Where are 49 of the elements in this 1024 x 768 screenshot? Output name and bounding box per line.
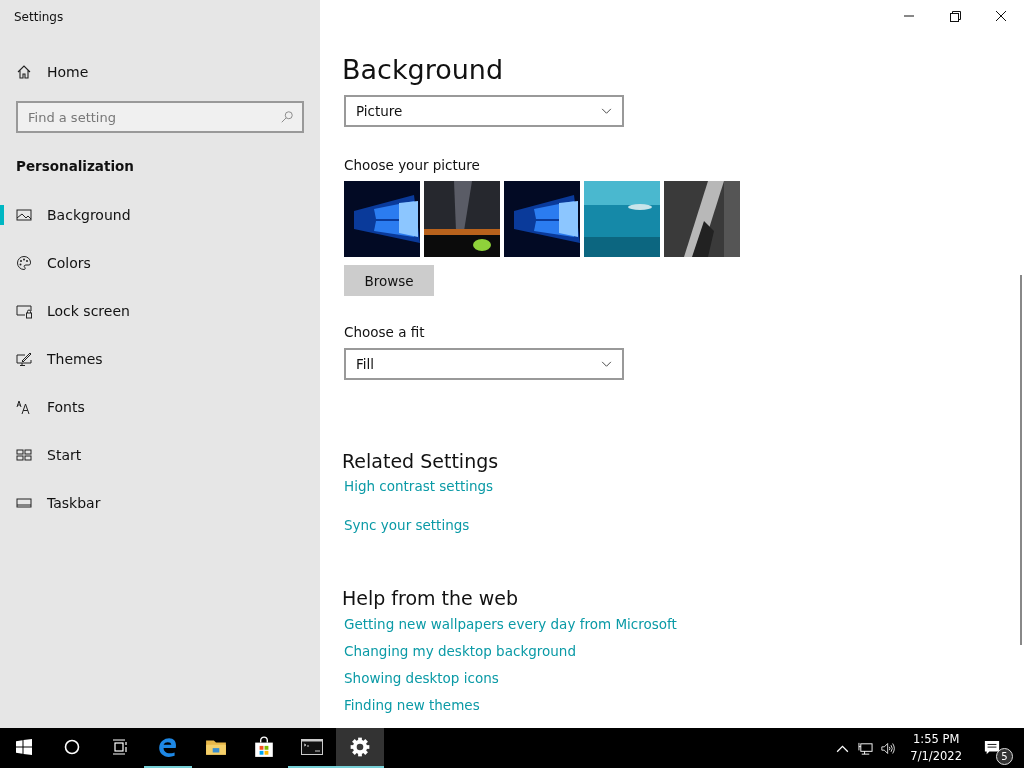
tiles-icon xyxy=(16,447,32,463)
task-view-icon xyxy=(112,739,128,755)
nav-item[interactable]: Themes xyxy=(0,335,320,383)
field-label: Choose a fit xyxy=(344,324,425,340)
scrollbar[interactable] xyxy=(1020,275,1022,645)
nav-item[interactable]: Start xyxy=(0,431,320,479)
link[interactable]: Showing desktop icons xyxy=(344,670,499,691)
circle-icon xyxy=(64,739,80,755)
taskbar-icon xyxy=(16,495,32,511)
chevron-icon xyxy=(601,107,612,115)
section-heading: Related Settings xyxy=(342,450,499,472)
notification-badge: 5 xyxy=(996,748,1013,765)
themes-icon xyxy=(16,351,32,367)
section-heading: Personalization xyxy=(15,157,134,176)
lock-screen-icon xyxy=(16,303,32,319)
fit-dropdown[interactable]: Fill xyxy=(344,348,624,380)
search-icon xyxy=(280,110,294,124)
window-title: Settings xyxy=(13,9,64,26)
background-dropdown[interactable]: Picture xyxy=(344,95,624,127)
windows-icon xyxy=(16,739,32,755)
settings-icon xyxy=(349,736,371,758)
date-text: 7/1/2022 xyxy=(910,748,962,765)
clock[interactable]: 1:55 PM 7/1/2022 xyxy=(904,731,974,765)
page-title: Background xyxy=(342,54,504,85)
fonts-icon xyxy=(16,399,32,415)
image-icon xyxy=(16,207,32,223)
notification-icon[interactable] xyxy=(984,740,1000,756)
browser-icon xyxy=(157,736,179,758)
search-field[interactable]: Find a setting xyxy=(16,101,304,133)
store-icon xyxy=(253,736,275,758)
terminal-icon xyxy=(301,736,323,758)
palette-icon xyxy=(16,255,32,271)
link[interactable]: Sync your settings xyxy=(344,517,470,537)
field-label: Choose your picture xyxy=(344,157,480,173)
time-text: 1:55 PM xyxy=(913,731,960,748)
home-link[interactable]: Home xyxy=(0,48,320,96)
nav-item[interactable]: Colors xyxy=(0,239,320,287)
nav-item[interactable]: Taskbar xyxy=(0,479,320,527)
nav-item[interactable]: Lock screen xyxy=(0,287,320,335)
nav-item[interactable]: Fonts xyxy=(0,383,320,431)
taskbar-button[interactable] xyxy=(336,728,384,768)
browse-button[interactable]: Browse xyxy=(344,265,434,296)
speaker-icon[interactable] xyxy=(881,740,897,756)
section-heading: Help from the web xyxy=(342,587,519,609)
home-icon xyxy=(16,64,32,80)
nav-item[interactable]: Background xyxy=(0,191,320,239)
network-icon[interactable] xyxy=(858,740,874,756)
link[interactable]: Changing my desktop background xyxy=(344,643,576,664)
chevron-icon xyxy=(601,360,612,368)
